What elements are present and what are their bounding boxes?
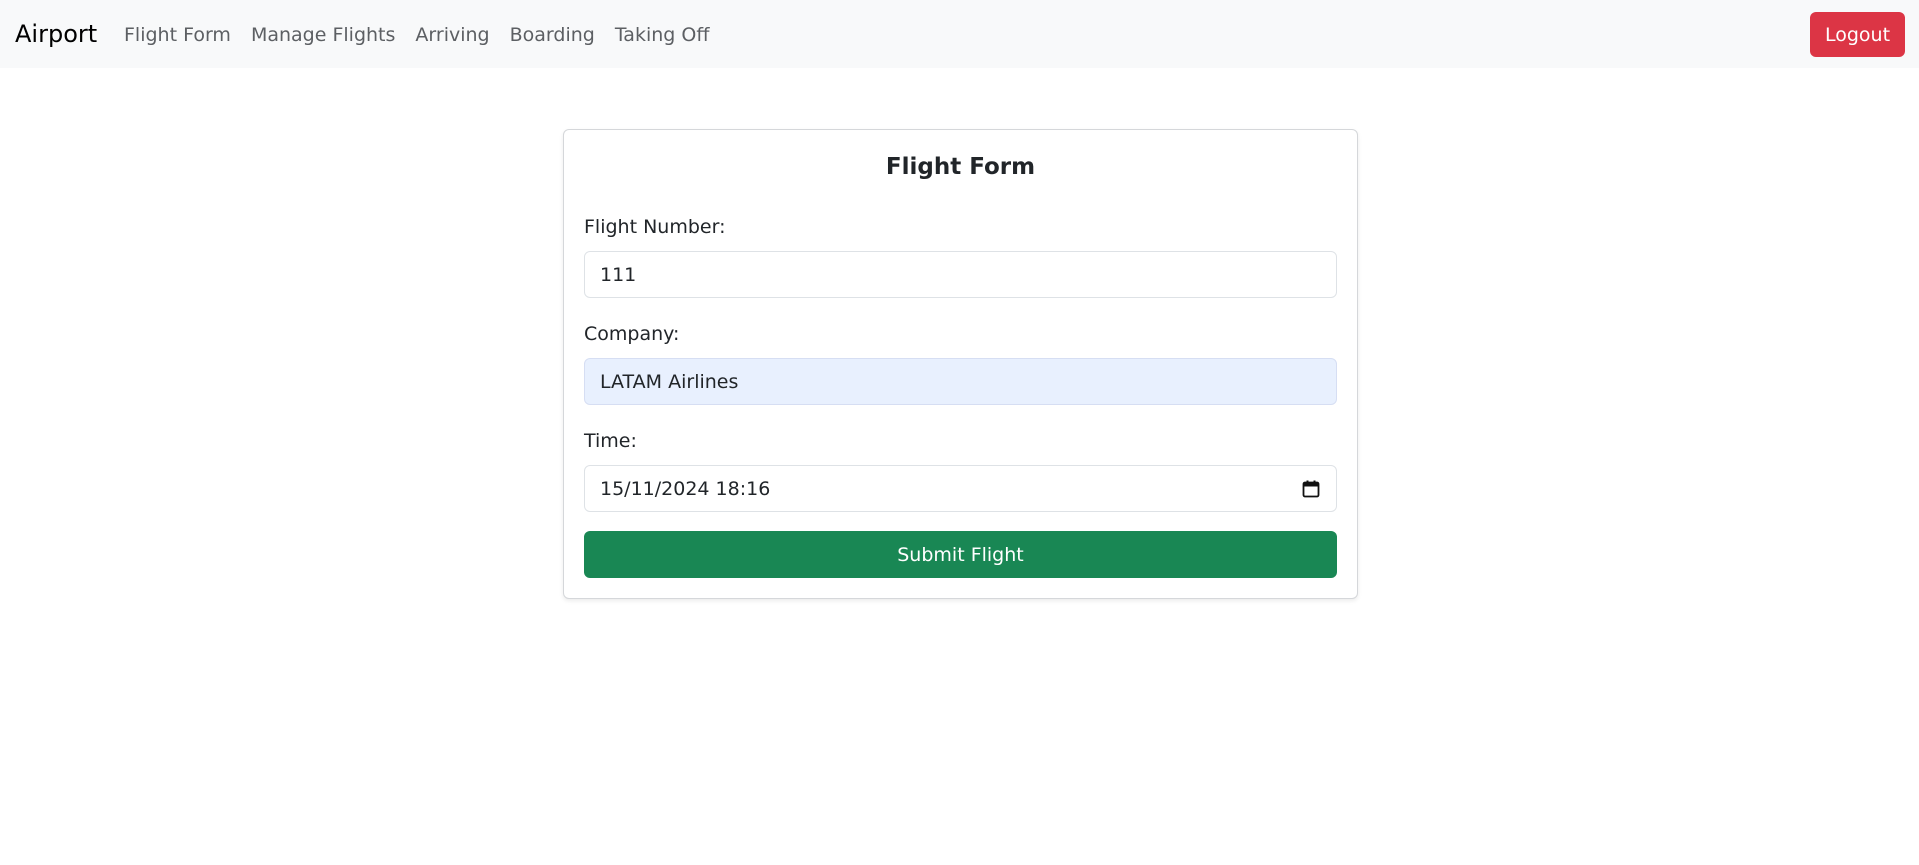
company-input[interactable]: LATAM Airlines [584, 358, 1337, 405]
flight-number-value: 111 [600, 263, 637, 286]
time-label: Time: [584, 430, 637, 452]
calendar-icon[interactable] [1302, 480, 1320, 498]
form-title: Flight Form [885, 154, 1036, 180]
time-input[interactable]: 15/11/2024 18:16 [584, 465, 1337, 512]
flight-number-label: Flight Number: [584, 216, 726, 238]
nav-links: Flight Form Manage Flights Arriving Boar… [114, 22, 719, 48]
nav-link-manage-flights[interactable]: Manage Flights [241, 22, 405, 48]
flight-number-input[interactable]: 111 [584, 251, 1337, 298]
nav-link-flight-form[interactable]: Flight Form [114, 22, 241, 48]
company-label: Company: [584, 323, 680, 345]
flight-form-card: Flight Form Flight Number: 111 Company: … [563, 129, 1358, 599]
company-value: LATAM Airlines [600, 370, 739, 393]
submit-flight-button[interactable]: Submit Flight [584, 531, 1337, 578]
top-navbar: Airport Flight Form Manage Flights Arriv… [0, 0, 1919, 68]
time-value: 15/11/2024 18:16 [600, 477, 771, 500]
brand-logo[interactable]: Airport [15, 18, 97, 50]
nav-link-taking-off[interactable]: Taking Off [605, 22, 720, 48]
logout-button[interactable]: Logout [1810, 12, 1905, 57]
nav-link-boarding[interactable]: Boarding [500, 22, 605, 48]
nav-link-arriving[interactable]: Arriving [405, 22, 499, 48]
